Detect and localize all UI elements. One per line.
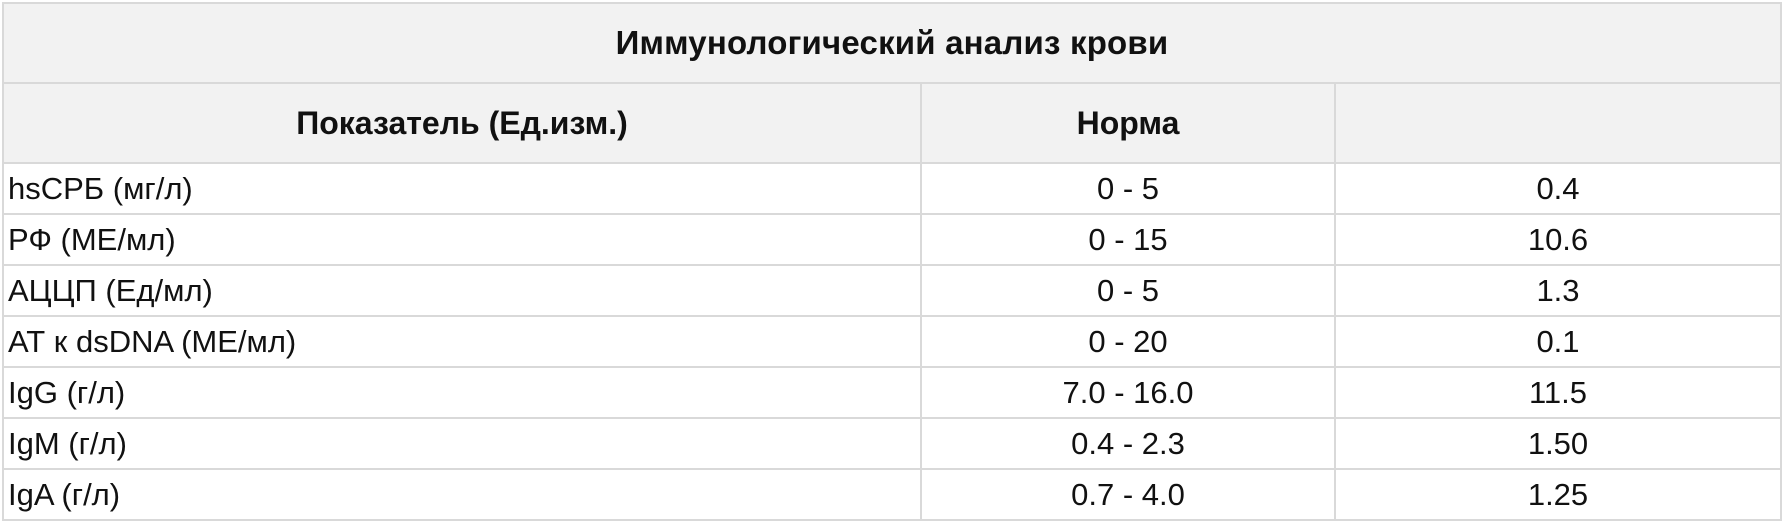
row-indicator-name: hsСРБ (мг/л) [2, 162, 922, 215]
table-row: АЦЦП (Ед/мл) 0 - 5 1.3 [2, 264, 1782, 317]
row-result-value: 1.50 [1334, 417, 1782, 470]
row-norm-range: 0 - 15 [920, 213, 1336, 266]
row-result-value: 1.3 [1334, 264, 1782, 317]
table-row: IgA (г/л) 0.7 - 4.0 1.25 [2, 468, 1782, 521]
row-indicator-name: АТ к dsDNA (МЕ/мл) [2, 315, 922, 368]
table-row: РФ (МЕ/мл) 0 - 15 10.6 [2, 213, 1782, 266]
row-norm-range: 0 - 5 [920, 162, 1336, 215]
table-row: IgM (г/л) 0.4 - 2.3 1.50 [2, 417, 1782, 470]
row-indicator-name: IgA (г/л) [2, 468, 922, 521]
row-indicator-name: IgM (г/л) [2, 417, 922, 470]
table-row: IgG (г/л) 7.0 - 16.0 11.5 [2, 366, 1782, 419]
row-norm-range: 0.4 - 2.3 [920, 417, 1336, 470]
row-result-value: 1.25 [1334, 468, 1782, 521]
header-norm: Норма [920, 82, 1336, 164]
row-result-value: 0.1 [1334, 315, 1782, 368]
table-title: Иммунологический анализ крови [2, 2, 1782, 84]
row-indicator-name: РФ (МЕ/мл) [2, 213, 922, 266]
row-result-value: 10.6 [1334, 213, 1782, 266]
row-result-value: 0.4 [1334, 162, 1782, 215]
immunology-table: Иммунологический анализ крови Показатель… [2, 2, 1782, 521]
row-indicator-name: АЦЦП (Ед/мл) [2, 264, 922, 317]
report-sheet: Иммунологический анализ крови Показатель… [0, 0, 1783, 523]
row-norm-range: 7.0 - 16.0 [920, 366, 1336, 419]
row-norm-range: 0 - 5 [920, 264, 1336, 317]
row-indicator-name: IgG (г/л) [2, 366, 922, 419]
table-row: hsСРБ (мг/л) 0 - 5 0.4 [2, 162, 1782, 215]
header-value [1334, 82, 1782, 164]
header-indicator: Показатель (Ед.изм.) [2, 82, 922, 164]
row-norm-range: 0.7 - 4.0 [920, 468, 1336, 521]
row-result-value: 11.5 [1334, 366, 1782, 419]
table-row: АТ к dsDNA (МЕ/мл) 0 - 20 0.1 [2, 315, 1782, 368]
row-norm-range: 0 - 20 [920, 315, 1336, 368]
table-header-row: Показатель (Ед.изм.) Норма [2, 82, 1782, 164]
table-title-row: Иммунологический анализ крови [2, 2, 1782, 84]
